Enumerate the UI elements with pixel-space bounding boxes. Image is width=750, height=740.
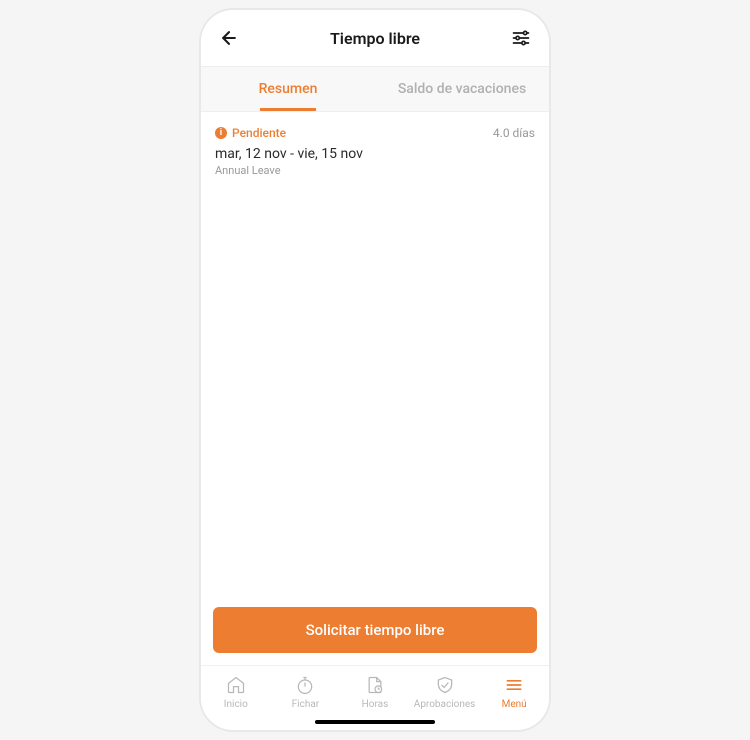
leave-type: Annual Leave [215, 164, 535, 177]
nav-menu[interactable]: Menú [479, 674, 549, 710]
home-indicator [315, 720, 435, 724]
status-label: Pendiente [232, 126, 286, 140]
leave-request-item[interactable]: i Pendiente 4.0 días mar, 12 nov - vie, … [215, 126, 535, 187]
nav-fichar[interactable]: Fichar [271, 674, 341, 710]
app-screen: Tiempo libre Resumen Saldo de vacaciones [201, 10, 549, 730]
content-area: i Pendiente 4.0 días mar, 12 nov - vie, … [201, 112, 549, 595]
duration-label: 4.0 días [493, 126, 535, 140]
arrow-left-icon [219, 28, 239, 48]
nav-label: Menú [502, 699, 527, 710]
shield-check-icon [434, 674, 456, 696]
tabs-container: Resumen Saldo de vacaciones [201, 66, 549, 112]
tab-label: Resumen [259, 81, 318, 97]
status-wrapper: i Pendiente [215, 126, 286, 140]
page-title: Tiempo libre [330, 29, 420, 48]
pending-icon: i [215, 127, 227, 139]
home-icon [225, 674, 247, 696]
menu-icon [503, 674, 525, 696]
stopwatch-icon [294, 674, 316, 696]
bottom-nav: Inicio Fichar [201, 665, 549, 716]
nav-inicio[interactable]: Inicio [201, 674, 271, 710]
nav-label: Aprobaciones [414, 699, 476, 710]
nav-label: Inicio [224, 699, 248, 710]
document-clock-icon [364, 674, 386, 696]
tab-label: Saldo de vacaciones [398, 81, 526, 97]
bottom-section: Solicitar tiempo libre [201, 595, 549, 665]
back-button[interactable] [215, 24, 243, 52]
sliders-icon [511, 28, 531, 48]
date-range: mar, 12 nov - vie, 15 nov [215, 146, 535, 162]
nav-aprobaciones[interactable]: Aprobaciones [410, 674, 480, 710]
nav-horas[interactable]: Horas [340, 674, 410, 710]
tab-resumen[interactable]: Resumen [201, 67, 375, 111]
tab-saldo-vacaciones[interactable]: Saldo de vacaciones [375, 67, 549, 111]
header: Tiempo libre [201, 10, 549, 66]
filter-button[interactable] [507, 24, 535, 52]
request-timeoff-button[interactable]: Solicitar tiempo libre [213, 607, 537, 653]
nav-label: Horas [362, 699, 389, 710]
request-header-row: i Pendiente 4.0 días [215, 126, 535, 140]
nav-label: Fichar [292, 699, 320, 710]
